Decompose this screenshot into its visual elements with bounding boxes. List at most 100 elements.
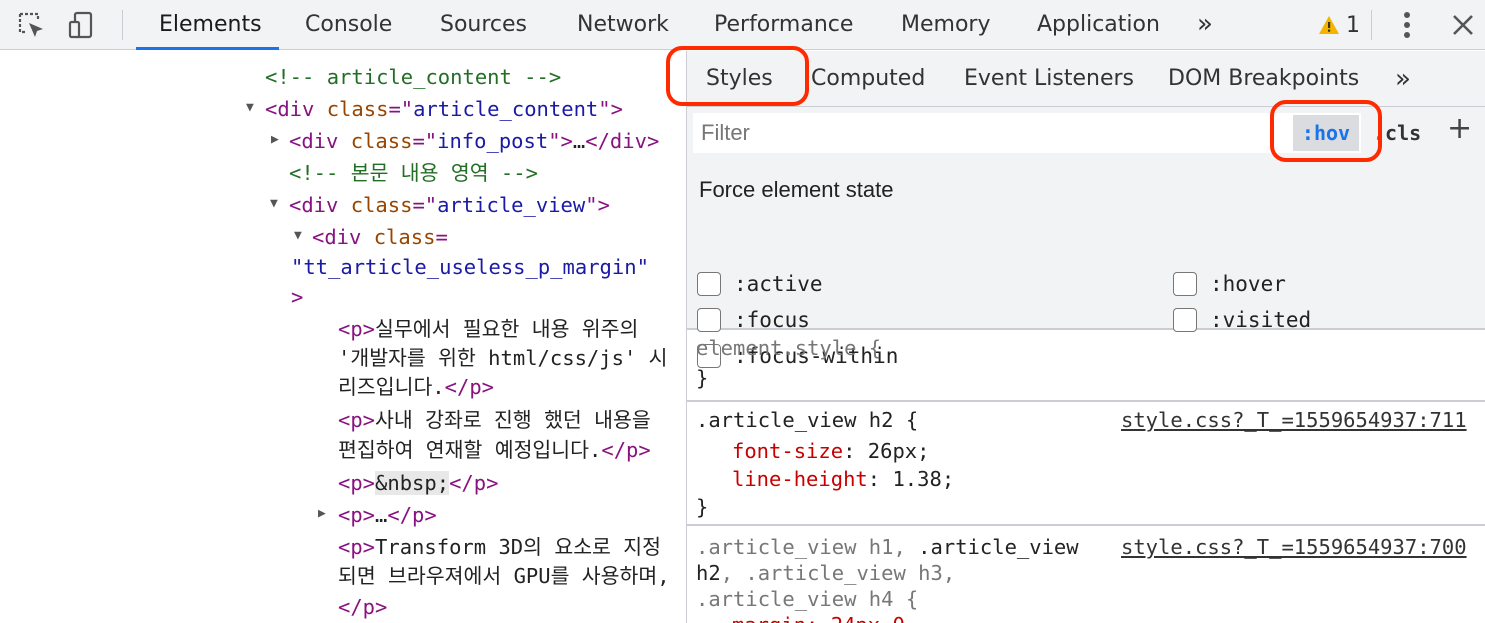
tab-console[interactable]: Console [305,0,392,50]
checkbox-icon[interactable] [1173,272,1197,296]
dom-line-9[interactable]: '개발자를 위한 html/css/js' 시 [338,344,668,372]
state-active-checkbox[interactable]: :active [697,272,823,296]
devtools-toolbar: Elements Console Sources Network Perform… [0,0,1485,50]
dom-token: "> [548,129,573,153]
css-rule-article-view-h2[interactable]: .article_view h2 { style.css?_T_=1559654… [687,402,1485,526]
rule-source-link[interactable]: style.css?_T_=1559654937:700 [1121,534,1467,560]
dom-token: class [350,129,413,153]
dom-line-10[interactable]: 리즈입니다.</p> [338,373,494,401]
css-property-line[interactable]: margin: 24px 0 [732,612,905,623]
dom-line-11[interactable]: <p>사내 강좌로 진행 했던 내용을 [338,406,651,434]
dom-line-4[interactable]: <div class="article_view"> [289,191,610,219]
more-tabs-button[interactable]: » [1197,0,1213,50]
dom-line-16[interactable]: 되면 브라우져에서 GPU를 사용하며, [338,562,670,590]
tab-network[interactable]: Network [577,0,669,50]
state-hover-checkbox[interactable]: :hover [1173,272,1286,296]
dom-token: </div> [585,129,660,153]
dom-token: Transform 3D의 요소로 지정 [375,535,661,559]
tab-computed[interactable]: Computed [811,51,925,107]
dom-token: class [326,97,389,121]
expand-triangle-icon[interactable]: ▶ [318,506,326,521]
dom-token: 리즈입니다. [338,375,445,399]
dom-token: </p> [449,471,499,495]
tab-dom-breakpoints[interactable]: DOM Breakpoints [1168,51,1359,107]
dom-token: <div [289,129,351,153]
checkbox-icon[interactable] [697,272,721,296]
dom-token: article_view [437,193,586,217]
css-property-line[interactable]: font-size: 26px; [732,438,930,464]
tab-memory[interactable]: Memory [901,0,990,50]
more-sidebar-tabs-button[interactable]: » [1395,51,1411,107]
dom-token: <div [289,193,351,217]
rule-selector[interactable]: element.style { [696,335,881,361]
rule-selector-cont: h2, .article_view h3, [696,561,956,585]
toolbar-separator [1371,10,1372,40]
dom-token: "> [585,193,610,217]
checkbox-icon[interactable] [1173,308,1197,332]
warning-icon [1319,16,1339,34]
rule-selector[interactable]: .article_view h1, .article_view [696,534,1079,560]
rule-source-link[interactable]: style.css?_T_=1559654937:711 [1121,407,1467,433]
styles-filter-input[interactable] [693,113,1361,153]
close-icon[interactable] [1446,8,1480,42]
dom-line-14[interactable]: <p>…</p> [338,501,437,529]
dom-token: </p> [601,438,651,462]
dom-token: <p> [338,535,376,559]
rule-close-brace: } [696,495,709,519]
new-style-rule-button[interactable]: + [1447,111,1472,146]
dom-line-8[interactable]: <p>실무에서 필요한 내용 위주의 [338,315,638,343]
css-rule-article-view-headings[interactable]: .article_view h1, .article_view style.cs… [687,526,1485,623]
dom-line-5[interactable]: <div class= [312,223,448,251]
rule-selector[interactable]: .article_view h2 { [696,407,918,433]
tab-sources[interactable]: Sources [440,0,527,50]
device-toolbar-icon[interactable] [64,8,98,42]
kebab-menu-icon[interactable] [1390,8,1424,42]
checkbox-icon[interactable] [697,308,721,332]
dom-token: =" [412,129,438,153]
dom-line-12[interactable]: 편집하여 연재할 예정입니다.</p> [338,436,651,464]
partial-comment-line: — — — — — — — — — [290,51,500,63]
tab-application[interactable]: Application [1037,0,1160,50]
dom-line-2[interactable]: <div class="info_post">…</div> [289,127,659,155]
collapse-triangle-icon[interactable]: ▼ [294,228,302,243]
state-focus-checkbox[interactable]: :focus [697,308,810,332]
rule-selector-cont: .article_view h4 { [696,587,919,611]
dom-token: "> [598,97,623,121]
dom-token: article_content [413,97,599,121]
dom-token: "tt_article_useless_p_margin" [291,255,649,279]
dom-token: =" [388,97,414,121]
css-property-line[interactable]: line-height: 1.38; [732,466,954,492]
highlight-styles-tab [666,46,809,106]
collapse-triangle-icon[interactable]: ▼ [246,100,254,115]
dom-line-15[interactable]: <p>Transform 3D의 요소로 지정 [338,533,661,561]
tab-event-listeners[interactable]: Event Listeners [964,51,1134,107]
tab-performance[interactable]: Performance [714,0,853,50]
dom-token: <!-- 본문 내용 영역 --> [289,161,538,185]
dom-token: 되면 브라우져에서 GPU를 사용하며, [338,564,670,588]
inspect-element-icon[interactable] [14,8,48,42]
collapse-triangle-icon[interactable]: ▼ [270,196,278,211]
force-element-state-panel: Force element state :active :hover :focu… [687,159,1485,368]
dom-line-13[interactable]: <p>&nbsp;</p> [338,469,498,497]
tab-elements[interactable]: Elements [159,0,262,50]
dom-line-7[interactable]: > [291,283,303,311]
dom-token: </p> [444,375,495,399]
dom-token: … [375,503,388,527]
dom-token: </p> [387,503,437,527]
dom-token: <p> [338,471,376,495]
dom-line-0[interactable]: <!-- article_content --> [265,63,561,91]
dom-line-3[interactable]: <!-- 본문 내용 영역 --> [289,159,538,187]
dom-token: info_post [437,129,549,153]
dom-token: </p> [338,595,388,619]
dom-line-6[interactable]: "tt_article_useless_p_margin" [291,253,649,281]
dom-token: 사내 강좌로 진행 했던 내용을 [375,408,651,432]
warnings-counter[interactable]: 1 [1318,12,1360,38]
dom-line-17[interactable]: </p> [338,593,387,621]
active-tab-indicator [136,47,279,50]
dom-line-1[interactable]: <div class="article_content"> [265,95,623,123]
highlight-hov-button [1270,100,1382,162]
element-style-rule[interactable]: element.style { } [687,330,1485,402]
state-visited-checkbox[interactable]: :visited [1173,308,1311,332]
expand-triangle-icon[interactable]: ▶ [271,132,279,147]
dom-token: class [350,193,413,217]
